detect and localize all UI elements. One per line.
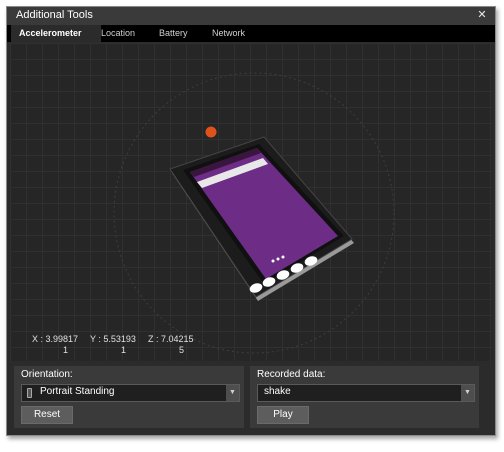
rotation-handle-dot bbox=[205, 126, 217, 138]
recorded-data-select[interactable]: shake ▼ bbox=[257, 384, 475, 402]
sensor-x-value: X : 3.99817 bbox=[32, 334, 79, 344]
title-bar: Additional Tools ✕ bbox=[7, 7, 495, 25]
orientation-value: Portrait Standing bbox=[40, 386, 115, 397]
recorded-data-panel: Recorded data: shake ▼ Play bbox=[250, 366, 479, 428]
orientation-select[interactable]: Portrait Standing ▼ bbox=[21, 384, 240, 402]
reset-button[interactable]: Reset bbox=[21, 406, 73, 424]
orientation-panel: Orientation: Portrait Standing ▼ Reset bbox=[14, 366, 244, 428]
sensor-z-value: Z : 7.04215 bbox=[148, 334, 194, 344]
window-title: Additional Tools bbox=[16, 9, 93, 21]
sensor-z-value-cont: 5 bbox=[179, 345, 185, 355]
accelerometer-viewport[interactable]: X : 3.99817 1 Y : 5.53193 1 Z : 7.04215 … bbox=[10, 43, 492, 361]
device-scene bbox=[113, 72, 395, 354]
sensor-x: X : 3.99817 1 bbox=[32, 334, 78, 356]
recorded-data-value: shake bbox=[264, 386, 291, 397]
recorded-data-label: Recorded data: bbox=[257, 369, 326, 380]
sensor-y: Y : 5.53193 1 bbox=[90, 334, 136, 356]
sensor-x-value-cont: 1 bbox=[63, 345, 69, 355]
tab-bar: Accelerometer Location Battery Network bbox=[7, 25, 495, 42]
tab-network[interactable]: Network bbox=[212, 25, 245, 42]
tab-accelerometer[interactable]: Accelerometer bbox=[11, 25, 101, 42]
orientation-label: Orientation: bbox=[21, 369, 73, 380]
sensor-y-value: Y : 5.53193 bbox=[90, 334, 136, 344]
sensor-z: Z : 7.04215 5 bbox=[148, 334, 194, 356]
device-phone bbox=[169, 136, 354, 301]
close-icon[interactable]: ✕ bbox=[475, 8, 489, 22]
phone-icon bbox=[27, 388, 32, 398]
play-button[interactable]: Play bbox=[257, 406, 309, 424]
sensor-y-value-cont: 1 bbox=[121, 345, 127, 355]
chevron-down-icon[interactable]: ▼ bbox=[461, 385, 474, 401]
chevron-down-icon[interactable]: ▼ bbox=[226, 385, 239, 401]
tab-battery[interactable]: Battery bbox=[159, 25, 188, 42]
additional-tools-window: Additional Tools ✕ Accelerometer Locatio… bbox=[6, 6, 496, 436]
tab-location[interactable]: Location bbox=[101, 25, 135, 42]
